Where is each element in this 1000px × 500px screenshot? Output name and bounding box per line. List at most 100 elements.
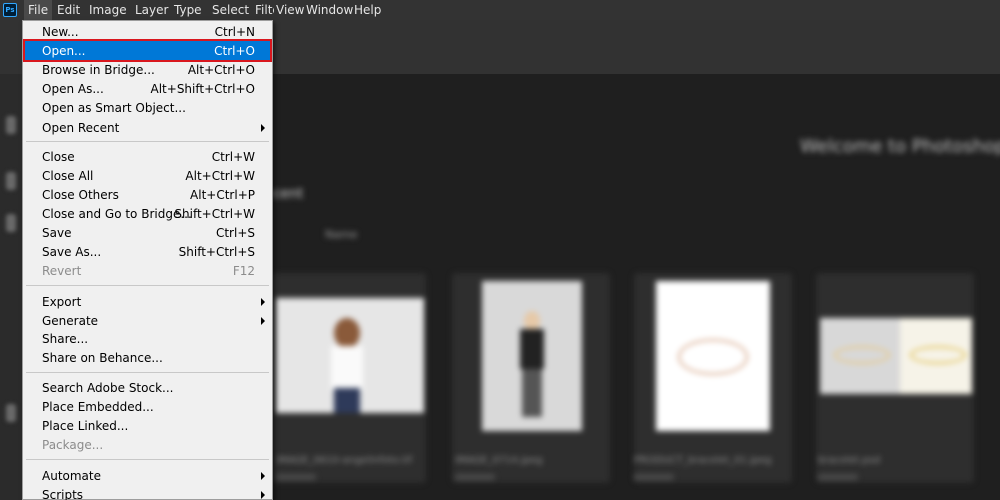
tool-icon[interactable] [6, 404, 16, 422]
menu-item-label: Save As... [42, 245, 102, 259]
menu-item-label: Open As... [42, 82, 104, 96]
menu-item-revert: Revert F12 [25, 261, 270, 280]
menu-separator [26, 372, 269, 373]
menu-help[interactable]: Help [350, 0, 385, 20]
menu-item-share[interactable]: Share... [25, 329, 270, 348]
menu-item-label: Generate [42, 314, 99, 328]
menu-separator [26, 285, 269, 286]
menu-item-label: Package... [42, 438, 104, 452]
menu-item-shortcut: F12 [232, 264, 255, 278]
menu-image[interactable]: Image [85, 0, 131, 20]
sort-label[interactable]: Name [325, 228, 357, 241]
menu-item-generate[interactable]: Generate [25, 311, 270, 330]
menu-item-close-all[interactable]: Close All Alt+Ctrl+W [25, 166, 270, 185]
menu-item-label: Close All [42, 169, 94, 183]
menu-item-close-and-go-to-bridge[interactable]: Close and Go to Bridge... Shift+Ctrl+W [25, 204, 270, 223]
tool-icon[interactable] [6, 116, 16, 134]
menu-item-label: Automate [42, 469, 101, 483]
menu-item-label: Search Adobe Stock... [42, 381, 174, 395]
menu-item-save-as[interactable]: Save As... Shift+Ctrl+S [25, 242, 270, 261]
menu-item-new[interactable]: New... Ctrl+N [25, 22, 270, 41]
submenu-arrow-icon [261, 472, 265, 480]
menu-item-search-adobe-stock[interactable]: Search Adobe Stock... [25, 378, 270, 397]
menu-item-open[interactable]: Open... Ctrl+O [23, 39, 272, 62]
menu-item-browse-in-bridge[interactable]: Browse in Bridge... Alt+Ctrl+O [25, 60, 270, 79]
menu-item-package: Package... [25, 435, 270, 454]
menu-item-shortcut: Alt+Ctrl+P [190, 188, 255, 202]
menu-item-export[interactable]: Export [25, 292, 270, 311]
menu-item-label: Share on Behance... [42, 351, 163, 365]
tool-icon[interactable] [6, 172, 16, 190]
menu-item-shortcut: Ctrl+O [214, 44, 255, 58]
menu-item-label: Share... [42, 332, 89, 346]
file-date [634, 474, 674, 480]
menu-item-label: Close Others [42, 188, 119, 202]
menu-item-open-recent[interactable]: Open Recent [25, 118, 270, 137]
menu-item-label: Close [42, 150, 75, 164]
menu-item-open-as[interactable]: Open As... Alt+Shift+Ctrl+O [25, 79, 270, 98]
menu-bar: Ps File Edit Image Layer Type Select Fil… [0, 0, 1000, 20]
menu-item-label: Export [42, 295, 82, 309]
menu-item-label: Scripts [42, 488, 84, 500]
submenu-arrow-icon [261, 317, 265, 325]
menu-item-shortcut: Ctrl+N [214, 25, 255, 39]
menu-item-shortcut: Shift+Ctrl+S [178, 245, 255, 259]
menu-item-shortcut: Shift+Ctrl+W [174, 207, 255, 221]
recent-file-card[interactable] [634, 273, 792, 483]
file-caption: bracelet.psd [818, 455, 881, 466]
menu-item-label: Revert [42, 264, 82, 278]
menu-separator [26, 459, 269, 460]
menu-item-label: Place Linked... [42, 419, 129, 433]
menu-item-label: New... [42, 25, 79, 39]
menu-item-place-linked[interactable]: Place Linked... [25, 416, 270, 435]
file-date [276, 474, 316, 480]
menu-item-place-embedded[interactable]: Place Embedded... [25, 397, 270, 416]
menu-item-label: Open... [42, 44, 86, 58]
tool-icon[interactable] [6, 214, 16, 232]
menu-item-shortcut: Alt+Shift+Ctrl+O [150, 82, 255, 96]
menu-select[interactable]: Select [208, 0, 253, 20]
menu-filter[interactable]: Filter [251, 0, 274, 20]
menu-item-scripts[interactable]: Scripts [25, 485, 270, 500]
menu-separator [26, 141, 269, 142]
file-date [818, 474, 858, 480]
file-thumbnail [820, 318, 972, 394]
menu-item-close[interactable]: Close Ctrl+W [25, 147, 270, 166]
menu-item-shortcut: Alt+Ctrl+W [185, 169, 255, 183]
menu-item-shortcut: Ctrl+W [211, 150, 255, 164]
menu-item-shortcut: Ctrl+S [215, 226, 255, 240]
menu-item-share-on-behance[interactable]: Share on Behance... [25, 348, 270, 367]
menu-layer[interactable]: Layer [131, 0, 172, 20]
file-caption: PRODUCT_bracelet_01.jpeg [634, 455, 772, 466]
menu-item-save[interactable]: Save Ctrl+S [25, 223, 270, 242]
menu-item-label: Save [42, 226, 72, 240]
menu-item-automate[interactable]: Automate [25, 466, 270, 485]
submenu-arrow-icon [261, 491, 265, 499]
file-thumbnail [482, 281, 582, 431]
file-caption: IMAGE_0714.jpeg [455, 455, 543, 466]
file-thumbnail [276, 298, 424, 413]
menu-item-open-as-smart-object[interactable]: Open as Smart Object... [25, 98, 270, 117]
menu-item-shortcut: Alt+Ctrl+O [187, 63, 255, 77]
recent-file-card[interactable] [452, 273, 610, 483]
menu-item-label: Close and Go to Bridge... [42, 207, 192, 221]
menu-item-label: Place Embedded... [42, 400, 154, 414]
file-date [455, 474, 495, 480]
menu-type[interactable]: Type [170, 0, 206, 20]
menu-item-label: Browse in Bridge... [42, 63, 155, 77]
recent-file-card[interactable] [816, 273, 974, 483]
file-thumbnail [656, 281, 770, 431]
photoshop-logo-icon: Ps [3, 3, 17, 17]
menu-item-label: Open as Smart Object... [42, 101, 186, 115]
menu-item-close-others[interactable]: Close Others Alt+Ctrl+P [25, 185, 270, 204]
tools-panel [0, 74, 22, 500]
menu-item-label: Open Recent [42, 121, 120, 135]
file-menu-dropdown: New... Ctrl+N Open... Ctrl+O Browse in Bri… [22, 20, 273, 500]
submenu-arrow-icon [261, 124, 265, 132]
welcome-heading: Welcome to Photoshop [800, 136, 1000, 157]
recent-file-card[interactable] [268, 273, 426, 483]
menu-file[interactable]: File [24, 0, 53, 20]
file-caption: IMAGE_0610-angelinfoto.tif [276, 455, 413, 466]
menu-edit[interactable]: Edit [53, 0, 84, 20]
submenu-arrow-icon [261, 298, 265, 306]
